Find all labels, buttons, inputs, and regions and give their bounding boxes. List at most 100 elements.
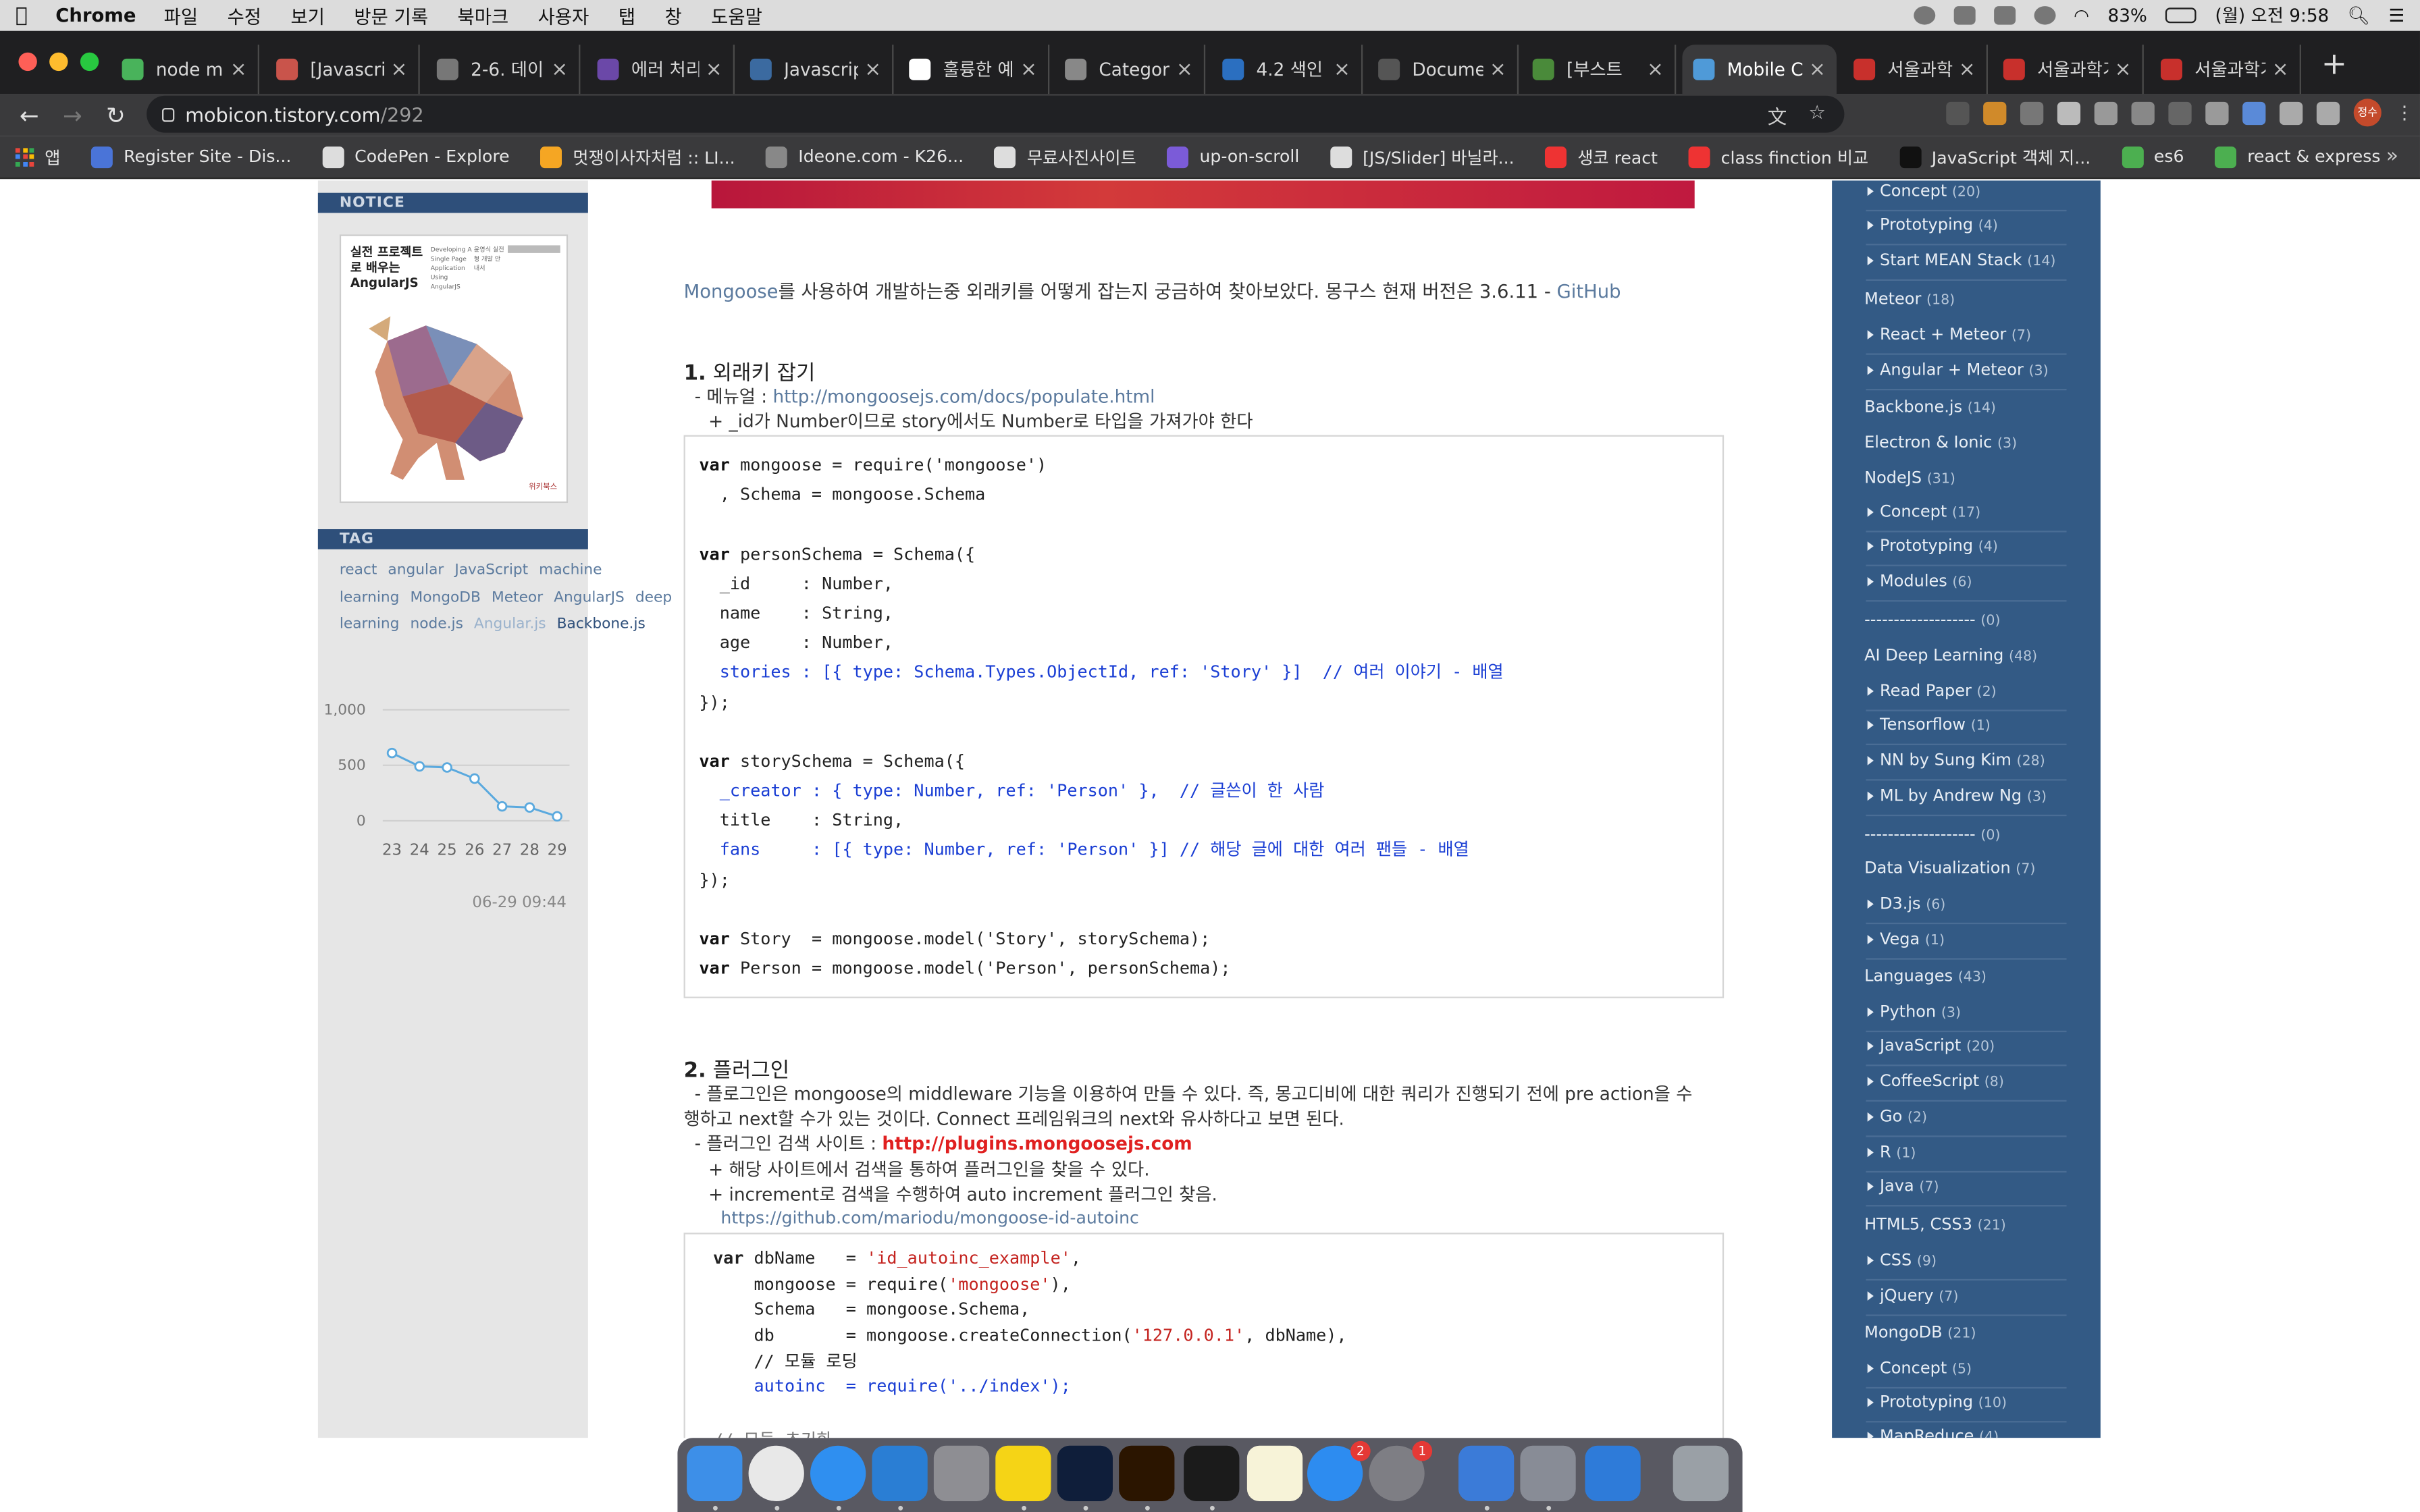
browser-tab[interactable]: 서울과학기 × bbox=[1843, 45, 1988, 94]
tag-link[interactable]: AngularJS bbox=[554, 589, 625, 605]
plugin-site-link[interactable]: http://plugins.mongoosejs.com bbox=[882, 1133, 1192, 1154]
vscode-icon[interactable] bbox=[872, 1445, 928, 1501]
browser-tab[interactable]: [부스트 × bbox=[1522, 45, 1677, 94]
category-link[interactable]: NodeJS (31) bbox=[1864, 469, 1955, 487]
css-extension-icon[interactable] bbox=[1946, 101, 1970, 124]
subcategory-link[interactable]: Concept (20) bbox=[1866, 180, 2067, 212]
menu-file[interactable]: 파일 bbox=[164, 2, 198, 28]
subcategory-link[interactable]: Tensorflow (1) bbox=[1866, 711, 2067, 745]
reload-icon[interactable]: ↻ bbox=[94, 101, 137, 129]
category-link[interactable]: Meteor (18) bbox=[1864, 290, 1955, 308]
subcategory-link[interactable]: Python (3) bbox=[1866, 998, 2067, 1033]
more-menu-icon[interactable]: ⋮ bbox=[2395, 101, 2413, 124]
browser-tab[interactable]: 에러 처리를 × bbox=[587, 45, 735, 94]
browser-tab[interactable]: Javascrip × bbox=[739, 45, 894, 94]
subcategory-link[interactable]: NN by Sung Kim (28) bbox=[1866, 747, 2067, 781]
browser-tab[interactable]: 서울과학기 × bbox=[2150, 45, 2301, 94]
terminal-icon[interactable] bbox=[1184, 1445, 1240, 1501]
new-tab-button[interactable]: + bbox=[2321, 48, 2347, 79]
browser-tab[interactable]: [Javascri × bbox=[265, 45, 420, 94]
bookmark-item[interactable]: Register Site - Dis... bbox=[91, 144, 291, 169]
tab-close-icon[interactable]: × bbox=[1334, 58, 1350, 81]
chart-point[interactable] bbox=[386, 747, 398, 759]
cloud-status-icon[interactable] bbox=[1953, 6, 1975, 25]
subcategory-link[interactable]: MapReduce (4) bbox=[1866, 1422, 2066, 1438]
chrome-icon[interactable] bbox=[748, 1445, 804, 1501]
profile-avatar[interactable]: 정수 bbox=[2353, 99, 2382, 127]
tag-link[interactable]: Backbone.js bbox=[557, 616, 646, 632]
browser-tab[interactable]: Category × bbox=[1054, 45, 1206, 94]
tag-link[interactable]: angular bbox=[388, 562, 444, 578]
category-link[interactable]: Electron & Ionic (3) bbox=[1864, 433, 2017, 452]
tab-close-icon[interactable]: × bbox=[2272, 58, 2289, 81]
browser-tab[interactable]: 2-6. 데이터 × bbox=[426, 45, 581, 94]
control-center-icon[interactable]: ☰ bbox=[2389, 5, 2405, 26]
lock-icon[interactable] bbox=[161, 107, 175, 122]
subcategory-link[interactable]: JavaScript (20) bbox=[1866, 1032, 2067, 1066]
subcategory-link[interactable]: Start MEAN Stack (14) bbox=[1866, 247, 2067, 281]
extension-icon[interactable] bbox=[2131, 101, 2155, 124]
chart-point[interactable] bbox=[496, 801, 508, 812]
back-icon[interactable]: ← bbox=[7, 101, 51, 129]
browser-tab[interactable]: 훌륭한 예외 × bbox=[898, 45, 1050, 94]
browser-tab[interactable]: Mobile C × bbox=[1682, 45, 1837, 94]
subcategory-link[interactable]: Concept (5) bbox=[1866, 1355, 2067, 1389]
chart-point[interactable] bbox=[414, 761, 425, 772]
tab-close-icon[interactable]: × bbox=[1647, 58, 1664, 81]
tag-link[interactable]: Angular.js bbox=[474, 616, 546, 632]
spotlight-icon[interactable]: 🔍︎ bbox=[2348, 5, 2370, 26]
github-link[interactable]: GitHub bbox=[1556, 281, 1621, 302]
keynote-icon[interactable] bbox=[1585, 1445, 1641, 1501]
bookmark-item[interactable]: 무료사진사이트 bbox=[994, 144, 1136, 169]
extension-icon[interactable] bbox=[2094, 101, 2118, 124]
code-block-1[interactable]: var mongoose = require('mongoose') , Sch… bbox=[683, 435, 1725, 998]
menu-app-name[interactable]: Chrome bbox=[55, 5, 136, 26]
tab-close-icon[interactable]: × bbox=[706, 58, 722, 81]
react-devtools-icon[interactable] bbox=[2242, 101, 2266, 124]
tag-link[interactable]: react bbox=[340, 562, 377, 578]
subcategory-link[interactable]: D3.js (6) bbox=[1866, 890, 2067, 925]
book-cover-image[interactable]: 실전 프로젝트로 배우는 AngularJS Developing A Sing… bbox=[339, 234, 569, 504]
chart-point[interactable] bbox=[524, 802, 535, 813]
autoinc-repo-link[interactable]: https://github.com/mariodu/mongoose-id-a… bbox=[720, 1208, 1138, 1228]
bookmark-item[interactable]: JavaScript 객체 지... bbox=[1899, 144, 2090, 169]
tag-link[interactable]: node.js bbox=[410, 616, 463, 632]
browser-tab[interactable]: Documen × bbox=[1367, 45, 1519, 94]
battery-icon[interactable] bbox=[2165, 7, 2197, 24]
subcategory-link[interactable]: CoffeeScript (8) bbox=[1866, 1068, 2067, 1102]
apple-icon[interactable]:  bbox=[16, 4, 37, 27]
extension-icon[interactable] bbox=[1983, 101, 2007, 124]
bluetooth-icon[interactable] bbox=[2033, 6, 2055, 25]
subcategory-link[interactable]: jQuery (7) bbox=[1866, 1282, 2067, 1316]
code-block-2[interactable]: var dbName = 'id_autoinc_example', mongo… bbox=[683, 1233, 1725, 1438]
subcategory-link[interactable]: Prototyping (4) bbox=[1866, 211, 2067, 246]
tab-close-icon[interactable]: × bbox=[1959, 58, 1976, 81]
bookmark-item[interactable]: Ideone.com - K26... bbox=[766, 144, 964, 169]
menu-window[interactable]: 창 bbox=[664, 2, 681, 28]
category-link[interactable]: ------------------- (0) bbox=[1864, 611, 2000, 629]
subcategory-link[interactable]: Prototyping (4) bbox=[1866, 533, 2067, 566]
extension-icon[interactable] bbox=[2057, 101, 2081, 124]
menu-bookmarks[interactable]: 북마크 bbox=[458, 2, 509, 28]
subcategory-link[interactable]: React + Meteor (7) bbox=[1866, 321, 2067, 355]
bookmark-item[interactable]: 생코 react bbox=[1545, 144, 1658, 169]
puzzle-icon[interactable] bbox=[2279, 101, 2303, 124]
wifi-icon[interactable]: ◠ bbox=[2074, 5, 2089, 26]
keynote-files-icon[interactable] bbox=[1458, 1445, 1515, 1501]
menu-tab[interactable]: 탭 bbox=[619, 2, 635, 28]
subcategory-link[interactable]: Angular + Meteor (3) bbox=[1866, 356, 2067, 391]
tab-close-icon[interactable]: × bbox=[551, 58, 568, 81]
subcategory-link[interactable]: Prototyping (10) bbox=[1866, 1388, 2067, 1423]
category-link[interactable]: ------------------- (0) bbox=[1864, 826, 2000, 844]
safari-icon[interactable] bbox=[810, 1445, 866, 1501]
finder-icon[interactable] bbox=[687, 1445, 743, 1501]
tab-close-icon[interactable]: × bbox=[1176, 58, 1193, 81]
reading-list-icon[interactable] bbox=[2316, 101, 2340, 124]
translate-icon[interactable]: 文 bbox=[1768, 99, 1787, 128]
subcategory-link[interactable]: Go (2) bbox=[1866, 1103, 2067, 1137]
subcategory-link[interactable]: Concept (17) bbox=[1866, 498, 2067, 533]
tag-link[interactable]: Meteor bbox=[492, 589, 543, 605]
tab-close-icon[interactable]: × bbox=[1020, 58, 1037, 81]
bookmark-item[interactable]: CodePen - Explore bbox=[322, 144, 510, 169]
extension-icon[interactable] bbox=[2020, 101, 2044, 124]
